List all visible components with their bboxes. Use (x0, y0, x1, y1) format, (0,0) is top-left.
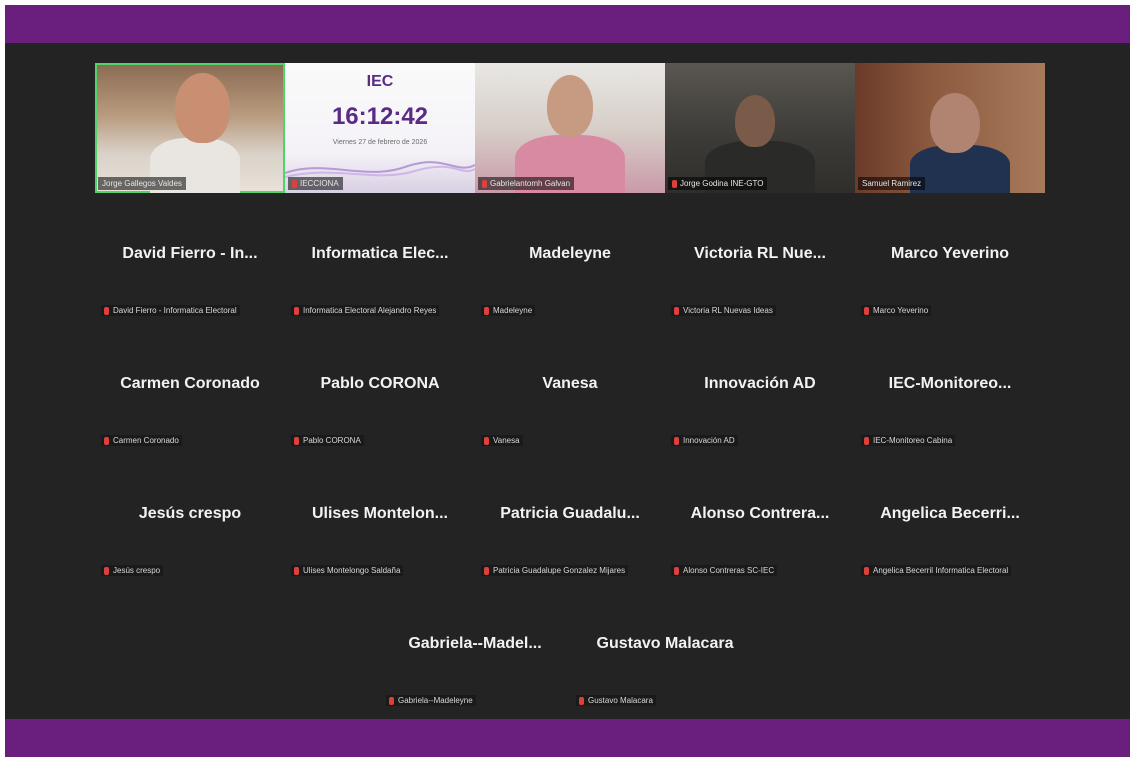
participant-tile[interactable]: Victoria RL Nue... Victoria RL Nuevas Ide… (665, 205, 855, 316)
participant-row: Carmen Coronado Carmen Coronado Pablo COR… (95, 335, 1045, 446)
mic-muted-icon (484, 306, 489, 315)
participant-tile[interactable]: Carmen Coronado Carmen Coronado (95, 335, 285, 446)
participant-tile[interactable]: Vanesa Vanesa (475, 335, 665, 446)
clock-date: Viernes 27 de febrero de 2026 (332, 139, 428, 146)
participant-tile[interactable]: Pablo CORONA Pablo CORONA (285, 335, 475, 446)
participant-tile[interactable]: Angelica Becerri... Angelica Becerril Inf… (855, 465, 1045, 576)
participant-tile[interactable]: Ulises Montelon... Ulises Montelongo Sald… (285, 465, 475, 576)
top-bar (5, 5, 1130, 43)
participant-row: David Fierro - In... David Fierro - Infor… (95, 205, 1045, 316)
iec-logo: IEC (366, 73, 394, 90)
video-label: Jorge Godina INE-GTO (668, 177, 768, 190)
video-tile-5[interactable]: Samuel Ramirez (855, 63, 1045, 193)
video-label: Jorge Gallegos Valdes (98, 177, 186, 190)
mic-muted-icon (484, 566, 489, 575)
video-label: Samuel Ramirez (858, 177, 926, 190)
mic-muted-icon (389, 696, 394, 705)
video-label: IECCIONA (288, 177, 343, 190)
mic-muted-icon (864, 306, 869, 315)
meeting-window: Jorge Gallegos Valdes IEC 16:12:42 Viern… (5, 5, 1130, 757)
mic-muted-icon (482, 179, 487, 188)
mic-muted-icon (864, 566, 869, 575)
video-tile-2[interactable]: IEC 16:12:42 Viernes 27 de febrero de 20… (285, 63, 475, 193)
participant-tile[interactable]: Informatica Elec... Informatica Electoral… (285, 205, 475, 316)
mic-muted-icon (104, 306, 109, 315)
mic-muted-icon (104, 436, 109, 445)
video-tile-4[interactable]: Jorge Godina INE-GTO (665, 63, 855, 193)
participant-tile[interactable]: Patricia Guadalu... Patricia Guadalupe Go… (475, 465, 665, 576)
participant-tile[interactable]: Alonso Contrera... Alonso Contreras SC-IE… (665, 465, 855, 576)
mic-muted-icon (579, 696, 584, 705)
mic-muted-icon (294, 436, 299, 445)
participant-tile[interactable]: Marco Yeverino Marco Yeverino (855, 205, 1045, 316)
participant-tile[interactable]: David Fierro - In... David Fierro - Infor… (95, 205, 285, 316)
participant-row: Jesús crespo Jesús crespo Ulises Montelon… (95, 465, 1045, 576)
participant-tile[interactable]: Gustavo Malacara Gustavo Malacara (570, 595, 760, 706)
mic-muted-icon (294, 306, 299, 315)
mic-muted-icon (674, 566, 679, 575)
mic-muted-icon (674, 306, 679, 315)
clock-time: 16:12:42 (331, 103, 429, 130)
video-strip: Jorge Gallegos Valdes IEC 16:12:42 Viern… (95, 63, 1045, 193)
video-label: Gabrielantomh Galvan (478, 177, 575, 190)
participant-tile[interactable]: Madeleyne Madeleyne (475, 205, 665, 316)
participant-tile[interactable]: Innovación AD Innovación AD (665, 335, 855, 446)
mic-muted-icon (484, 436, 489, 445)
video-tile-1[interactable]: Jorge Gallegos Valdes (95, 63, 285, 193)
mic-muted-icon (674, 436, 679, 445)
participant-tile[interactable]: Jesús crespo Jesús crespo (95, 465, 285, 576)
participant-tile[interactable]: Gabriela--Madel... Gabriela--Madeleyne (380, 595, 570, 706)
video-tile-3[interactable]: Gabrielantomh Galvan (475, 63, 665, 193)
mic-muted-icon (864, 436, 869, 445)
mic-muted-icon (104, 566, 109, 575)
mic-muted-icon (672, 179, 677, 188)
participant-tile[interactable]: IEC-Monitoreo... IEC-Monitoreo Cabina (855, 335, 1045, 446)
bottom-bar (5, 719, 1130, 757)
participant-row: Gabriela--Madel... Gabriela--Madeleyne Gu… (95, 595, 1045, 706)
mic-muted-icon (294, 566, 299, 575)
mic-muted-icon (292, 179, 297, 188)
